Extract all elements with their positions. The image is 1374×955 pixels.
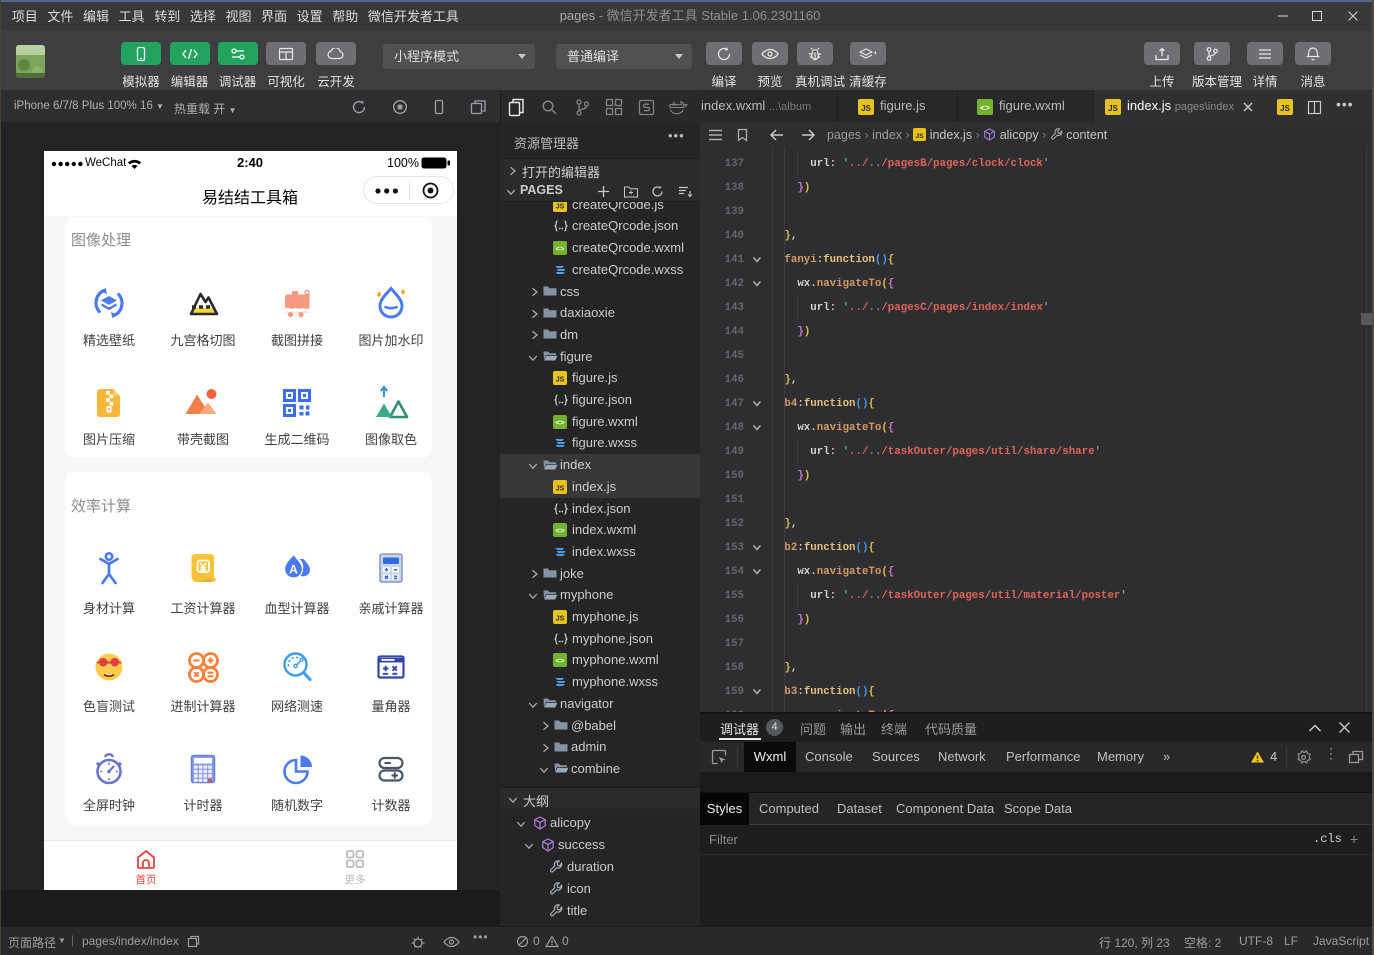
svg-text:A: A: [289, 562, 298, 576]
svg-text:<>: <>: [556, 244, 565, 253]
svg-text:JS: JS: [556, 377, 565, 384]
svg-text:JS: JS: [556, 616, 565, 623]
svg-text:JS: JS: [556, 203, 565, 210]
svg-text:JS: JS: [1280, 104, 1290, 113]
svg-text:JS: JS: [916, 133, 925, 140]
svg-text:<>: <>: [556, 418, 565, 427]
svg-text:<>: <>: [556, 526, 565, 535]
svg-text:JS: JS: [861, 104, 871, 113]
svg-text:JS: JS: [1108, 104, 1118, 113]
svg-text:<>: <>: [556, 656, 565, 665]
svg-text:<>: <>: [980, 103, 990, 113]
svg-text:JS: JS: [556, 485, 565, 492]
